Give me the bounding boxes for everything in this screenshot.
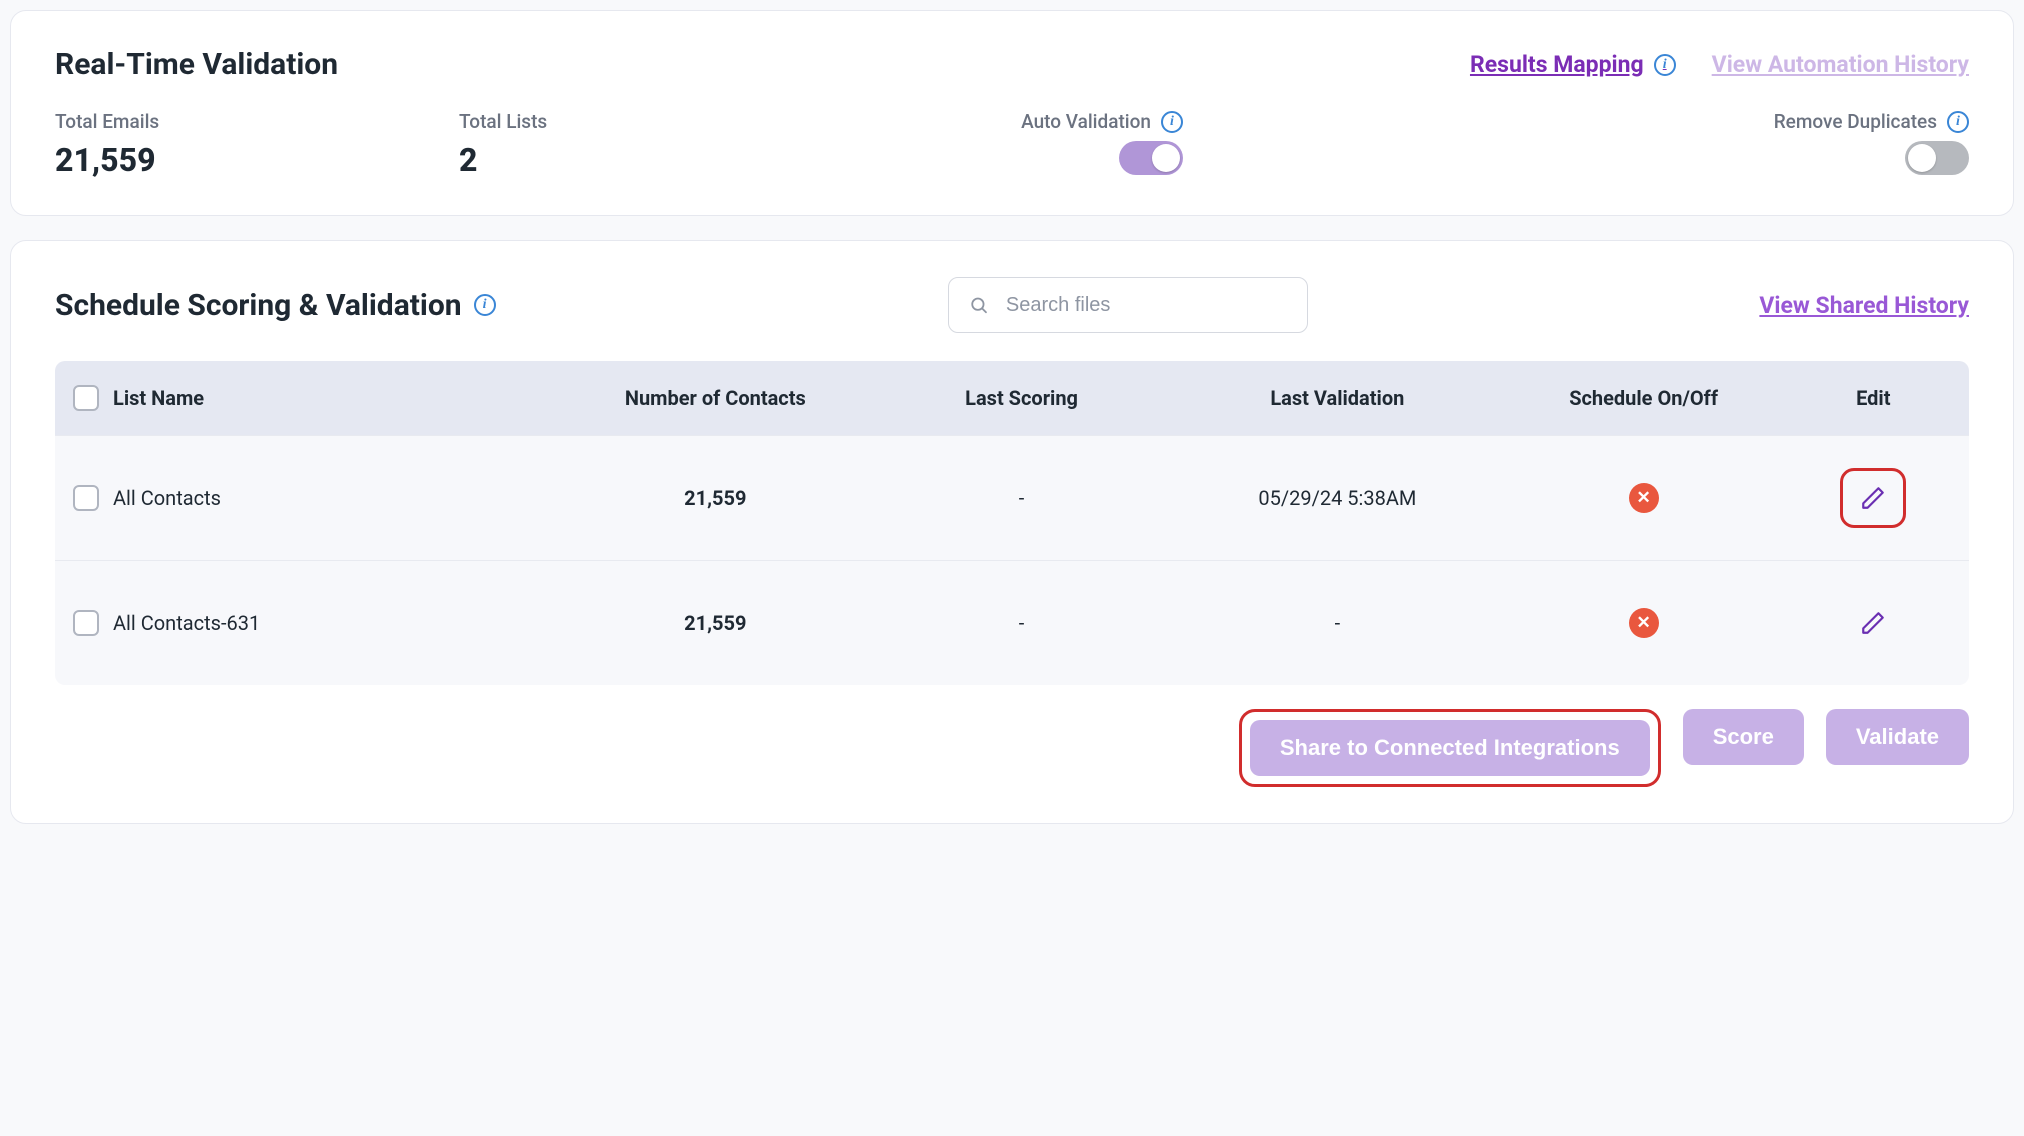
schedule-card: Schedule Scoring & Validation i View Sha…	[10, 240, 2014, 824]
col-last-validation: Last Validation	[1165, 361, 1510, 436]
stat-total-lists-label: Total Lists	[459, 110, 799, 133]
realtime-links: Results Mapping i View Automation Histor…	[1470, 51, 1969, 78]
search-input[interactable]	[1006, 294, 1287, 317]
info-icon[interactable]: i	[1947, 111, 1969, 133]
stat-auto-validation-label: Auto Validation i	[1021, 110, 1183, 133]
row-last-scoring: -	[878, 436, 1165, 561]
row-contacts: 21,559	[553, 436, 878, 561]
stat-total-emails-value: 21,559	[55, 141, 435, 179]
row-name: All Contacts-631	[113, 611, 260, 635]
table-row: All Contacts-631 21,559 - - ✕	[55, 561, 1969, 686]
row-name: All Contacts	[113, 486, 221, 510]
stat-auto-validation: Auto Validation i	[823, 110, 1183, 175]
validate-button[interactable]: Validate	[1826, 709, 1969, 765]
actions-row: Share to Connected Integrations Score Va…	[55, 709, 1969, 787]
pencil-icon	[1860, 485, 1886, 511]
schedule-off-icon[interactable]: ✕	[1629, 608, 1659, 638]
col-schedule-onoff: Schedule On/Off	[1510, 361, 1778, 436]
share-button-highlight: Share to Connected Integrations	[1239, 709, 1661, 787]
results-mapping-link[interactable]: Results Mapping i	[1470, 51, 1676, 78]
col-last-scoring: Last Scoring	[878, 361, 1165, 436]
automation-history-link[interactable]: View Automation History	[1712, 51, 1969, 78]
schedule-off-icon[interactable]: ✕	[1629, 483, 1659, 513]
schedule-table: List Name Number of Contacts Last Scorin…	[55, 361, 1969, 685]
info-icon[interactable]: i	[1654, 54, 1676, 76]
realtime-header: Real-Time Validation Results Mapping i V…	[55, 47, 1969, 82]
pencil-icon	[1860, 610, 1886, 636]
realtime-title: Real-Time Validation	[55, 47, 338, 82]
row-last-validation: -	[1165, 561, 1510, 686]
automation-history-label: View Automation History	[1712, 51, 1969, 78]
select-all-checkbox[interactable]	[73, 385, 99, 411]
stat-total-lists-value: 2	[459, 141, 799, 179]
stat-total-emails-label: Total Emails	[55, 110, 435, 133]
stat-total-emails: Total Emails 21,559	[55, 110, 435, 179]
edit-button[interactable]	[1840, 468, 1906, 528]
stat-remove-duplicates-label: Remove Duplicates i	[1774, 110, 1969, 133]
stat-total-lists: Total Lists 2	[459, 110, 799, 179]
stats-row: Total Emails 21,559 Total Lists 2 Auto V…	[55, 110, 1969, 179]
table-row: All Contacts 21,559 - 05/29/24 5:38AM ✕	[55, 436, 1969, 561]
view-shared-history-link[interactable]: View Shared History	[1759, 292, 1969, 319]
share-button[interactable]: Share to Connected Integrations	[1250, 720, 1650, 776]
search-box[interactable]	[948, 277, 1308, 333]
realtime-validation-card: Real-Time Validation Results Mapping i V…	[10, 10, 2014, 216]
row-last-scoring: -	[878, 561, 1165, 686]
results-mapping-label: Results Mapping	[1470, 51, 1644, 78]
row-last-validation: 05/29/24 5:38AM	[1165, 436, 1510, 561]
table-header-row: List Name Number of Contacts Last Scorin…	[55, 361, 1969, 436]
edit-button[interactable]	[1840, 593, 1906, 653]
auto-validation-toggle[interactable]	[1119, 141, 1183, 175]
remove-duplicates-toggle[interactable]	[1905, 141, 1969, 175]
search-icon	[969, 294, 988, 316]
score-button[interactable]: Score	[1683, 709, 1804, 765]
row-checkbox[interactable]	[73, 610, 99, 636]
col-list-name: List Name	[113, 386, 204, 410]
info-icon[interactable]: i	[474, 294, 496, 316]
col-edit: Edit	[1778, 361, 1969, 436]
col-num-contacts: Number of Contacts	[553, 361, 878, 436]
stat-remove-duplicates: Remove Duplicates i	[1207, 110, 1969, 175]
info-icon[interactable]: i	[1161, 111, 1183, 133]
row-checkbox[interactable]	[73, 485, 99, 511]
row-contacts: 21,559	[553, 561, 878, 686]
schedule-title: Schedule Scoring & Validation i	[55, 288, 496, 323]
schedule-header: Schedule Scoring & Validation i View Sha…	[55, 277, 1969, 333]
